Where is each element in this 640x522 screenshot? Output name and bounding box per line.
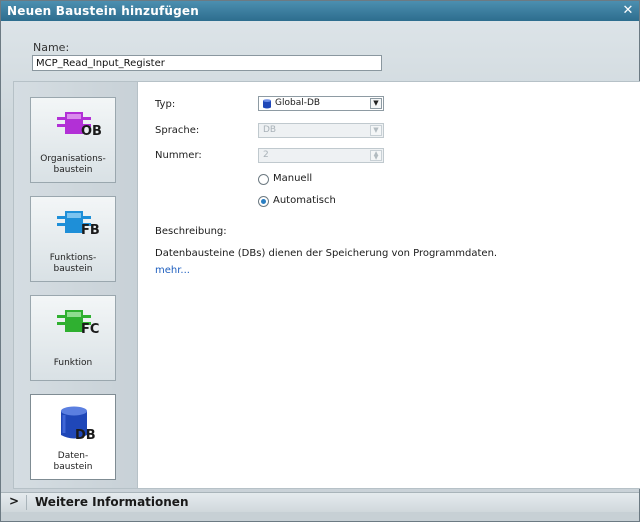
nummer-label: Nummer: bbox=[155, 150, 202, 161]
more-info-expander[interactable]: > Weitere Informationen bbox=[1, 492, 639, 513]
sprache-label: Sprache: bbox=[155, 125, 200, 136]
block-type-column: OB Organisations- baustein FB Funktions-… bbox=[14, 82, 138, 488]
block-tile-fc[interactable]: FC Funktion bbox=[30, 295, 116, 381]
nummer-value: 2 bbox=[263, 150, 269, 160]
fb-code: FB bbox=[81, 223, 100, 238]
description-label: Beschreibung: bbox=[155, 226, 227, 237]
title-bar[interactable]: Neuen Baustein hinzufügen ✕ bbox=[1, 1, 639, 21]
block-label-fc: Funktion bbox=[53, 358, 93, 368]
more-info-label: Weitere Informationen bbox=[35, 495, 189, 509]
block-tile-db[interactable]: DB Daten- baustein bbox=[30, 394, 116, 480]
more-link[interactable]: mehr... bbox=[155, 265, 190, 276]
chevron-down-icon[interactable]: ▼ bbox=[370, 98, 382, 109]
close-icon[interactable]: ✕ bbox=[621, 3, 635, 19]
bottom-strip bbox=[1, 512, 639, 521]
typ-label: Typ: bbox=[155, 99, 176, 110]
name-input[interactable] bbox=[32, 55, 382, 71]
radio-manuell-label: Manuell bbox=[273, 173, 313, 184]
chevron-right-icon[interactable]: > bbox=[9, 494, 19, 508]
block-label-db: Daten- baustein bbox=[53, 451, 93, 472]
block-tile-ob[interactable]: OB Organisations- baustein bbox=[30, 97, 116, 183]
db-code: DB bbox=[75, 428, 96, 443]
footer-divider bbox=[26, 495, 27, 510]
sprache-value: DB bbox=[263, 125, 277, 135]
spinner-arrows-icon: ▲ ▼ bbox=[370, 150, 382, 161]
nummer-spinner: 2 ▲ ▼ bbox=[258, 148, 384, 163]
typ-select[interactable]: Global-DB ▼ bbox=[258, 96, 384, 111]
block-tile-fb[interactable]: FB Funktions- baustein bbox=[30, 196, 116, 282]
radio-automatisch-circle[interactable] bbox=[258, 196, 269, 207]
radio-manuell-circle[interactable] bbox=[258, 174, 269, 185]
db-mini-icon bbox=[263, 99, 271, 109]
properties-area: Typ: Global-DB ▼ Sprache: DB ▼ Nummer: 2… bbox=[137, 82, 640, 488]
dialog-title: Neuen Baustein hinzufügen bbox=[7, 4, 199, 18]
block-label-fb: Funktions- baustein bbox=[49, 253, 97, 274]
typ-value: Global-DB bbox=[275, 98, 321, 108]
ob-code: OB bbox=[81, 124, 102, 139]
add-block-dialog: Neuen Baustein hinzufügen ✕ Name: OB Org… bbox=[0, 0, 640, 522]
sprache-select: DB ▼ bbox=[258, 123, 384, 138]
name-label: Name: bbox=[33, 41, 70, 54]
block-label-ob: Organisations- baustein bbox=[40, 154, 106, 175]
description-text: Datenbausteine (DBs) dienen der Speicher… bbox=[155, 248, 498, 259]
fc-code: FC bbox=[81, 322, 100, 337]
main-panel: OB Organisations- baustein FB Funktions-… bbox=[13, 81, 640, 489]
radio-automatisch-label: Automatisch bbox=[273, 195, 336, 206]
chevron-down-icon: ▼ bbox=[370, 125, 382, 136]
